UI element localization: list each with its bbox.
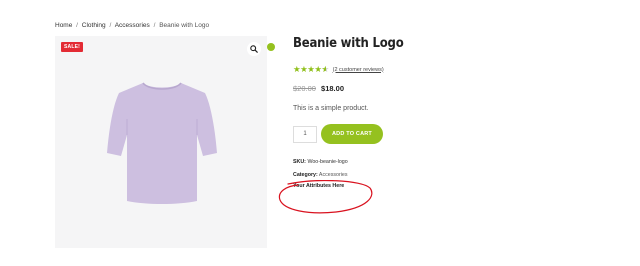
sale-badge: SALE! <box>61 42 83 52</box>
quantity-input[interactable]: 1 <box>293 125 317 143</box>
zoom-button[interactable] <box>247 42 261 56</box>
breadcrumb-separator: / <box>153 22 156 29</box>
product-summary: Beanie with Logo ★★★★★ ★ (2 customer revi… <box>293 36 613 189</box>
product-image[interactable] <box>105 79 219 207</box>
sku-row: SKU: Woo-beanie-logo <box>293 159 348 165</box>
breadcrumb-separator: / <box>109 22 112 29</box>
breadcrumb-separator: / <box>76 22 78 29</box>
breadcrumb-accessories[interactable]: Accessories <box>115 22 150 29</box>
product-gallery[interactable]: SALE! <box>55 36 267 248</box>
short-description: This is a simple product. <box>293 105 369 112</box>
breadcrumb-home[interactable]: Home <box>55 22 72 29</box>
price: $20.00 $18.00 <box>293 84 344 93</box>
color-swatch[interactable] <box>267 43 275 51</box>
search-icon <box>250 45 258 53</box>
category-label: Category: <box>293 172 318 178</box>
annotation-circle <box>278 180 373 214</box>
sku-value: Woo-beanie-logo <box>307 159 348 165</box>
reviews-link[interactable]: (2 customer reviews) <box>333 67 384 73</box>
product-title: Beanie with Logo <box>293 36 404 51</box>
breadcrumb: Home / Clothing / Accessories / Beanie w… <box>55 22 209 29</box>
star-half-icon: ★ ★ <box>321 64 330 74</box>
add-to-cart-button[interactable]: ADD TO CART <box>321 124 383 144</box>
sku-label: SKU: <box>293 159 306 165</box>
sale-price: $18.00 <box>321 84 344 93</box>
star-rating: ★★★★★ ★ <box>293 64 329 75</box>
star-icon: ★ <box>314 64 322 74</box>
breadcrumb-clothing[interactable]: Clothing <box>82 22 106 29</box>
rating-row: ★★★★★ ★ (2 customer reviews) <box>293 64 384 75</box>
old-price: $20.00 <box>293 84 316 93</box>
add-to-cart-form: 1 ADD TO CART <box>293 124 383 144</box>
category-row: Category: Accessories <box>293 172 347 178</box>
category-link[interactable]: Accessories <box>319 172 348 178</box>
breadcrumb-current: Beanie with Logo <box>159 22 210 29</box>
